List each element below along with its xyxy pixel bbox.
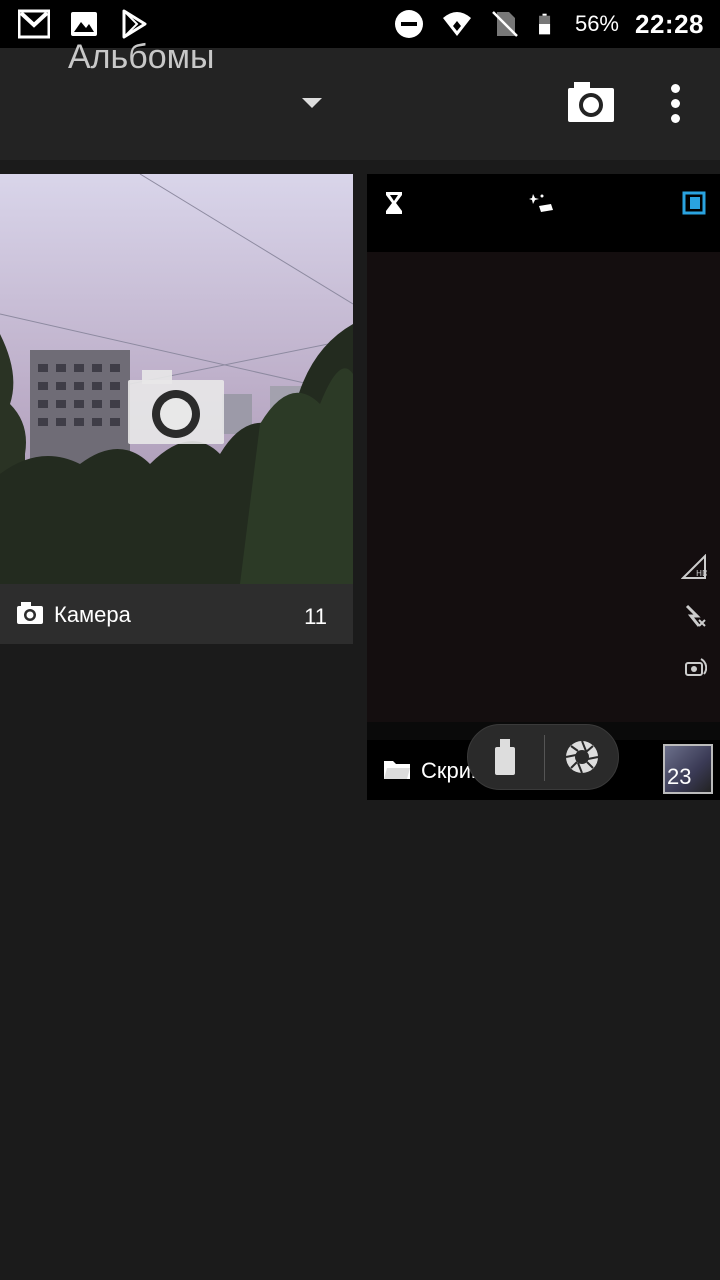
wifi-icon [442,12,471,36]
hdr-icon: HDR [681,554,707,579]
clock: 22:28 [635,8,704,39]
battery-percent: 56% [574,11,619,36]
camera-switch-icon [682,191,706,215]
more-vert-icon[interactable] [666,84,686,124]
shutter-controls [467,724,619,790]
albums-title[interactable]: Альбомы [68,38,214,77]
screenshot-viewfinder [367,252,720,722]
album-name: Камера [54,602,131,627]
svg-text:HDR: HDR [696,569,707,578]
camera-icon[interactable] [566,80,616,124]
album-cover-photo [0,174,353,584]
camera-icon [17,602,43,624]
folder-icon [384,761,410,779]
shutter-icon [565,740,599,774]
flash-off-icon [685,604,706,627]
divider [544,735,545,781]
no-sim-icon [492,11,518,37]
battery-icon [539,13,551,35]
album-label-bar: Камера 11 [0,584,353,644]
album-count: 23 [667,764,692,789]
video-mode-icon [495,739,515,775]
album-tile-camera[interactable]: Камера 11 [0,174,353,644]
play-store-icon [122,9,147,39]
do-not-disturb-icon [394,10,423,38]
hourglass-icon [386,192,402,214]
gmail-icon [18,9,50,39]
album-count: 11 [304,604,327,629]
chevron-down-icon[interactable] [302,98,322,108]
album-tile-screenshots[interactable]: HDR Скриншоты 23 [367,174,720,800]
image-icon [71,12,97,36]
screenshot-camera-toolbar [367,174,720,252]
camera-rotate-icon [685,658,707,676]
beauty-mode-icon [529,194,553,212]
